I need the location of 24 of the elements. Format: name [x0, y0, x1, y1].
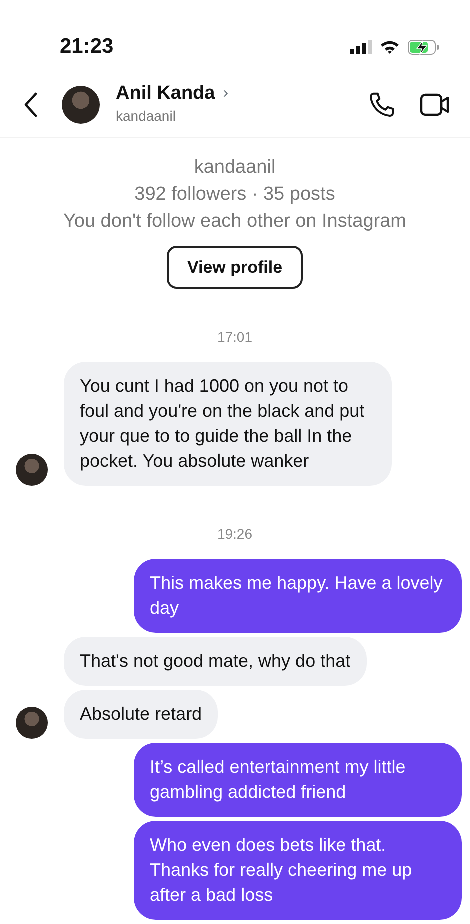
avatar[interactable] — [62, 86, 100, 124]
chevron-icon[interactable]: › — [223, 82, 229, 106]
message-bubble: It’s called entertainment my little gambling addicted friend — [134, 743, 462, 817]
profile-username: kandaanil — [194, 156, 276, 180]
back-icon[interactable] — [24, 92, 38, 118]
contact-name[interactable]: Anil Kanda — [116, 84, 216, 104]
timestamp: 19:26 — [216, 525, 254, 544]
profile-stats: 392 followers · 35 posts — [134, 183, 336, 207]
signal-icon — [350, 40, 372, 54]
avatar[interactable] — [16, 454, 48, 486]
view-profile-button[interactable]: View profile — [167, 246, 303, 289]
message-bubble: Absolute retard — [64, 690, 218, 739]
status-time: 21:23 — [60, 34, 114, 60]
message-bubble: This makes me happy. Have a lovely day — [134, 559, 462, 633]
wifi-icon — [380, 40, 400, 54]
message-bubble: You cunt I had 1000 on you not to foul and you're on the black and put your que to to guide the ball In the pocket. You absolute wanker — [64, 362, 392, 486]
video-call-icon[interactable] — [420, 92, 450, 116]
avatar[interactable] — [16, 707, 48, 739]
contact-username: kandaanil — [116, 107, 177, 126]
follow-status: You don't follow each other on Instagram — [63, 210, 407, 234]
message-bubble: That's not good mate, why do that — [64, 637, 367, 686]
phone-icon[interactable] — [368, 90, 396, 118]
timestamp: 17:01 — [216, 328, 254, 347]
message-bubble: Who even does bets like that. Thanks for really cheering me up after a bad loss — [134, 821, 462, 920]
